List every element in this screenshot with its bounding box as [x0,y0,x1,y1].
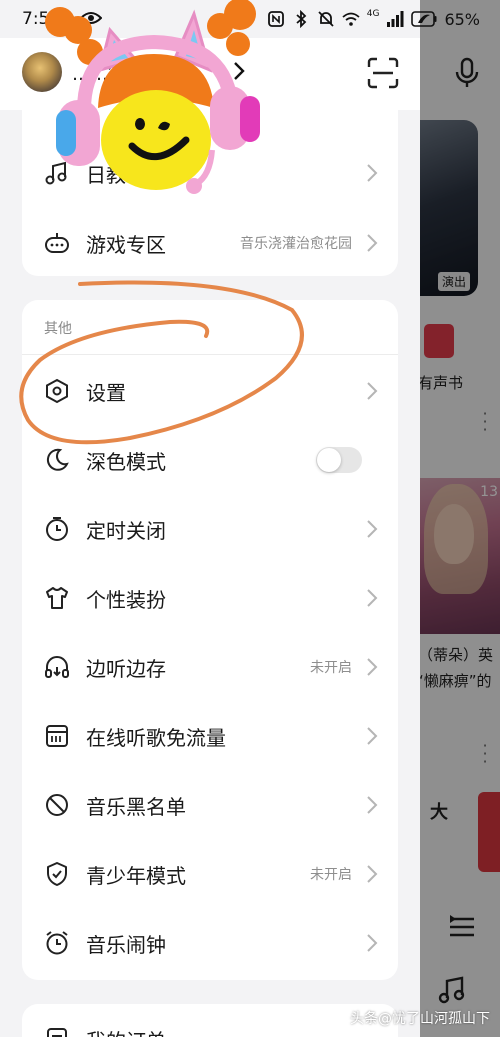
menu-item-label: 定时关闭 [86,519,166,543]
menu-item-personalize[interactable]: 个性装扮 [22,563,398,632]
chevron-right-icon [367,234,378,252]
chevron-right-icon [367,796,378,814]
menu-item-label: 青少年模式 [86,864,186,888]
settings-hexagon-icon [46,378,68,404]
menu-item-teen-mode[interactable]: 青少年模式 未开启 [22,839,398,908]
chevron-right-icon [367,164,378,182]
menu-item-blacklist[interactable]: 音乐黑名单 [22,770,398,839]
battery-icon [411,11,437,27]
menu-item-alarm[interactable]: 音乐闹钟 [22,908,398,977]
alarm-clock-icon [46,931,68,955]
bell-muted-icon [318,11,334,27]
menu-item-label: 音乐黑名单 [86,795,186,819]
tshirt-icon [46,587,68,609]
watermark: 头条@忧了山河孤山下 [350,1011,490,1027]
section-title: 其他 [44,321,72,337]
menu-item-status: 未开启 [310,660,352,676]
menu-card-bottom: 我的订单 [22,1004,398,1037]
signal-icon [387,11,404,27]
order-document-icon [47,1028,67,1037]
dark-mode-toggle[interactable] [316,447,362,473]
menu-item-sleep-timer[interactable]: 定时关闭 [22,494,398,563]
menu-item-label: 个性装扮 [86,588,166,612]
screen: 演出 有声书 ··· 13 （蒂朵）英 “懒麻痹”的 ··· 大 ……签 [0,0,500,1037]
cartoon-sticker [45,0,260,194]
chevron-right-icon [367,865,378,883]
network-type: 4G [366,9,380,19]
menu-item-settings[interactable]: 设置 [22,356,398,425]
menu-item-label: 在线听歌免流量 [86,726,226,750]
menu-item-label: 边听边存 [86,657,166,681]
chevron-right-icon [367,934,378,952]
shield-check-icon [47,862,67,886]
chevron-right-icon [367,658,378,676]
block-icon [46,794,68,816]
menu-card-other: 其他 设置 深色模式 定时关闭 个性装扮 边听边存 未开启 在线听歌免流量 音乐… [22,300,398,980]
headphones-download-icon [45,656,69,678]
menu-item-free-data[interactable]: 在线听歌免流量 [22,701,398,770]
menu-item-game-zone[interactable]: 游戏专区 音乐浇灌治愈花园 [22,208,398,277]
chevron-right-icon [367,727,378,745]
menu-item-label: 我的订单 [86,1025,166,1037]
divider [22,354,398,355]
sim-card-icon [46,725,68,747]
chevron-right-icon [367,520,378,538]
gamepad-icon [45,233,69,253]
menu-item-label: 音乐闹钟 [86,933,166,957]
menu-item-status: 未开启 [310,867,352,883]
scan-icon[interactable] [366,56,400,90]
wifi-icon [342,12,360,26]
timer-icon [46,517,68,541]
menu-item-orders[interactable]: 我的订单 [22,1004,398,1037]
menu-item-label: 游戏专区 [86,233,166,257]
moon-icon [46,448,69,471]
chevron-right-icon [367,382,378,400]
menu-item-dark-mode[interactable]: 深色模式 [22,425,398,494]
menu-item-subtitle: 音乐浇灌治愈花园 [240,236,352,252]
toggle-knob [317,448,341,472]
drawer-scrim[interactable] [420,0,500,1037]
bluetooth-icon [296,10,307,28]
menu-item-label: 设置 [86,381,126,405]
menu-item-listen-cache[interactable]: 边听边存 未开启 [22,632,398,701]
battery-level: 65% [444,9,480,29]
chevron-right-icon [367,589,378,607]
menu-item-label: 深色模式 [86,450,166,474]
status-icons: 4G 65% [267,8,480,30]
